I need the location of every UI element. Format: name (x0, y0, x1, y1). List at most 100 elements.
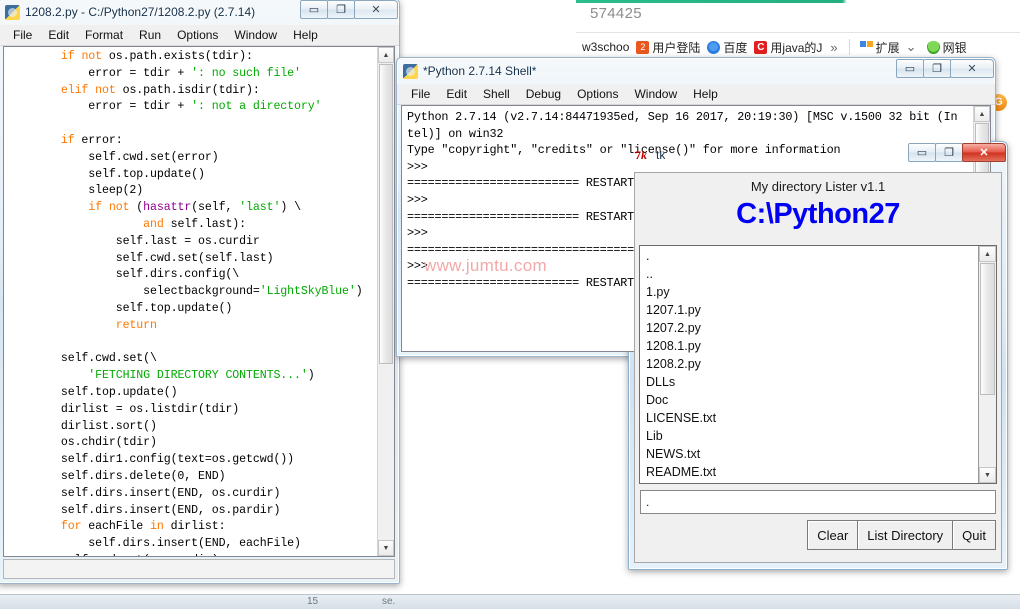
extensions-button[interactable]: 扩展 ⌄ (858, 38, 922, 57)
tk-directory-input[interactable] (640, 490, 996, 514)
menu-help[interactable]: Help (285, 26, 326, 44)
close-button[interactable]: ✕ (962, 143, 1006, 162)
maximize-button[interactable]: ❐ (923, 59, 951, 78)
tk-list-scrollbar[interactable]: ▲ ▼ (978, 246, 996, 483)
menu-edit[interactable]: Edit (40, 26, 77, 44)
menu-edit[interactable]: Edit (438, 85, 475, 103)
tk-button-row: Clear List Directory Quit (807, 520, 996, 550)
tk-content-panel: My directory Lister v1.1 C:\Python27 ...… (634, 172, 1002, 563)
tk-file-listbox[interactable]: ... 1.py 1207.1.py 1207.2.py 1208.1.py 1208.2… (639, 245, 997, 484)
tk-file-item[interactable]: .. (646, 265, 978, 283)
desktop-screen: 574425 w3schoo 2 用户登陆 百度 C 用java的J » 扩展 (0, 0, 1020, 609)
extensions-label: 扩展 (875, 40, 900, 55)
menu-debug[interactable]: Debug (518, 85, 569, 103)
menu-file[interactable]: File (403, 85, 438, 103)
browser-url-text[interactable]: 574425 (590, 5, 642, 22)
tk-file-item[interactable]: NEWS.txt (646, 445, 978, 463)
editor-title: 1208.2.py - C:/Python27/1208.2.py (2.7.1… (25, 5, 256, 19)
tk-window-controls: ▭ ❐ ✕ (908, 143, 1006, 162)
taskbar-right-text: se. (382, 596, 396, 607)
shell-titlebar[interactable]: *Python 2.7.14 Shell* ▭ ❐ ✕ (397, 58, 995, 84)
bookmark-label: 用java的J (770, 40, 823, 55)
taskbar: 15 se. (0, 594, 1020, 609)
python-idle-icon (403, 63, 418, 79)
bookmark-baidu[interactable]: 百度 (705, 38, 749, 57)
editor-vertical-scrollbar[interactable]: ▲ ▼ (377, 47, 394, 556)
editor-statusbar (3, 559, 395, 579)
maximize-button[interactable]: ❐ (327, 0, 355, 19)
tk-file-list[interactable]: ... 1.py 1207.1.py 1207.2.py 1208.1.py 1208.2… (640, 246, 978, 483)
bookmark-label: 用户登陆 (652, 40, 701, 55)
tk-file-item[interactable]: DLLs (646, 373, 978, 391)
scrollbar-thumb[interactable] (379, 64, 393, 364)
bookmarks-overflow-icon[interactable]: » (827, 40, 840, 55)
bank-shield-button[interactable]: 网银 (925, 38, 969, 57)
tk-file-item[interactable]: 1208.1.py (646, 337, 978, 355)
tk-file-item[interactable]: Scripts (646, 481, 978, 483)
bookmark-label: w3schoo (582, 40, 630, 54)
scroll-up-icon[interactable]: ▲ (979, 246, 996, 262)
menu-file[interactable]: File (5, 26, 40, 44)
tk-file-item[interactable]: LICENSE.txt (646, 409, 978, 427)
tk-title: tk (656, 148, 666, 162)
tk-file-item[interactable]: 1208.2.py (646, 355, 978, 373)
menu-window[interactable]: Window (226, 26, 285, 44)
minimize-button[interactable]: ▭ (300, 0, 328, 19)
tk-directory-lister-window[interactable]: 7k tk ▭ ❐ ✕ My directory Lister v1.1 C:\… (628, 141, 1008, 570)
editor-text-area[interactable]: if not os.path.exists(tdir): error = tdi… (3, 46, 395, 557)
bookmark-w3school[interactable]: w3schoo (580, 39, 631, 55)
menu-run[interactable]: Run (131, 26, 169, 44)
bookmark-user-login[interactable]: 2 用户登陆 (634, 38, 702, 57)
taskbar-left-text: 15 (307, 596, 319, 607)
shield-icon (926, 40, 940, 54)
editor-code[interactable]: if not os.path.exists(tdir): error = tdi… (4, 47, 378, 556)
clear-button[interactable]: Clear (807, 520, 858, 550)
minimize-button[interactable]: ▭ (896, 59, 924, 78)
tk-file-item[interactable]: 1207.1.py (646, 301, 978, 319)
close-button[interactable]: ✕ (354, 0, 398, 19)
idle-editor-window[interactable]: 1208.2.py - C:/Python27/1208.2.py (2.7.1… (0, 0, 400, 584)
close-button[interactable]: ✕ (950, 59, 994, 78)
tk-file-item[interactable]: README.txt (646, 463, 978, 481)
editor-window-controls: ▭ ❐ ✕ (300, 0, 398, 19)
shell-window-controls: ▭ ❐ ✕ (896, 59, 994, 78)
bookmark-label: 百度 (723, 40, 748, 55)
menu-options[interactable]: Options (169, 26, 226, 44)
tk-file-item[interactable]: Doc (646, 391, 978, 409)
tk-titlebar[interactable]: 7k tk ▭ ❐ ✕ (629, 142, 1007, 168)
menu-window[interactable]: Window (626, 85, 685, 103)
tk-file-item[interactable]: 1.py (646, 283, 978, 301)
menu-shell[interactable]: Shell (475, 85, 518, 103)
menu-help[interactable]: Help (685, 85, 726, 103)
tk-current-path-label: C:\Python27 (736, 198, 900, 230)
menu-options[interactable]: Options (569, 85, 626, 103)
scrollbar-thumb[interactable] (980, 263, 995, 395)
minimize-button[interactable]: ▭ (908, 143, 936, 162)
grid-icon (859, 40, 873, 54)
tk-file-item[interactable]: . (646, 247, 978, 265)
tk-header: My directory Lister v1.1 C:\Python27 (635, 173, 1001, 243)
maximize-button[interactable]: ❐ (935, 143, 963, 162)
editor-code-text: if not os.path.exists(tdir): error = tdi… (60, 50, 363, 556)
chevron-down-icon[interactable]: ⌄ (903, 39, 920, 55)
menu-format[interactable]: Format (77, 26, 131, 44)
shell-menubar: File Edit Shell Debug Options Window Hel… (397, 84, 995, 105)
bank-label: 网银 (942, 40, 967, 55)
scroll-up-icon[interactable]: ▲ (974, 106, 990, 122)
tk-icon: 7k (635, 148, 647, 162)
editor-menubar: File Edit Format Run Options Window Help (0, 25, 399, 46)
scroll-down-icon[interactable]: ▼ (378, 540, 394, 556)
quit-button[interactable]: Quit (952, 520, 996, 550)
divider (848, 39, 850, 55)
scroll-up-icon[interactable]: ▲ (378, 47, 394, 63)
bookmark-csdn-java[interactable]: C 用java的J (752, 38, 824, 57)
tk-subtitle-label: My directory Lister v1.1 (750, 179, 886, 194)
browser-tabstrip (576, 0, 1020, 3)
shell-title: *Python 2.7.14 Shell* (423, 64, 537, 78)
2345-icon: 2 (636, 40, 650, 54)
list-directory-button[interactable]: List Directory (857, 520, 953, 550)
tk-file-item[interactable]: Lib (646, 427, 978, 445)
tk-file-item[interactable]: 1207.2.py (646, 319, 978, 337)
scroll-down-icon[interactable]: ▼ (979, 467, 996, 483)
editor-titlebar[interactable]: 1208.2.py - C:/Python27/1208.2.py (2.7.1… (0, 0, 399, 25)
